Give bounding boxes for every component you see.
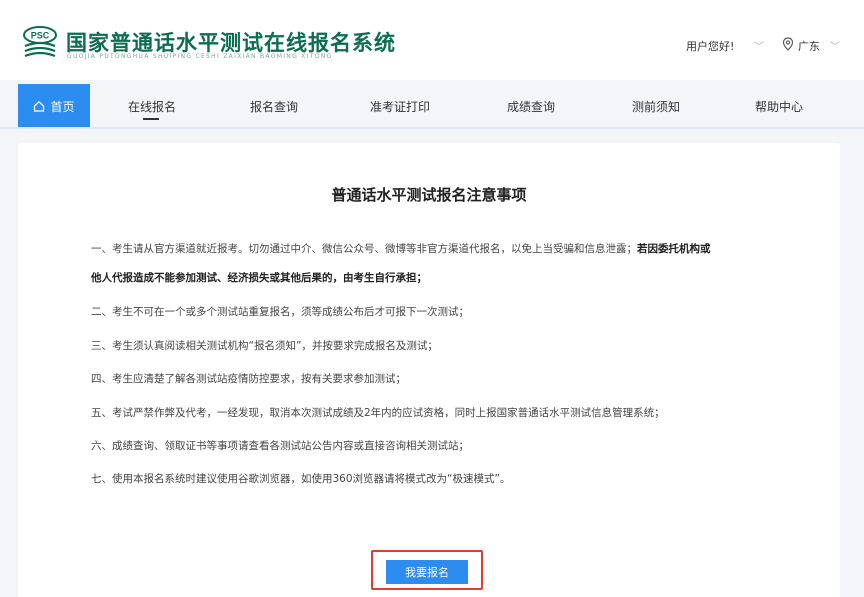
notice-card: 普通话水平测试报名注意事项 一、考生请从官方渠道就近报考。切勿通过中介、微信公众… <box>18 143 840 597</box>
rule-2: 二、考生不可在一个或多个测试站重复报名，须等成绩公布后才可报下一次测试； <box>91 306 469 318</box>
logo-text: PSC <box>31 31 50 41</box>
apply-button[interactable]: 我要报名 <box>386 560 468 584</box>
rule-1: 一、考生请从官方渠道就近报考。切勿通过中介、微信公众号、微博等非官方渠道代报名，… <box>91 241 711 256</box>
location-select[interactable]: 广东 <box>798 38 820 54</box>
user-greeting[interactable]: 用户您好! <box>686 38 734 54</box>
nav-item-registration-query[interactable]: 报名查询 <box>240 84 308 128</box>
nav-item-online-registration[interactable]: 在线报名 <box>118 84 186 128</box>
notice-title: 普通话水平测试报名注意事项 <box>331 186 527 204</box>
chevron-down-icon[interactable]: ﹀ <box>830 38 840 53</box>
nav-active-indicator <box>143 118 159 120</box>
rule-3: 三、考生须认真阅读相关测试机构“报名须知”，并按要求完成报名及测试； <box>91 340 438 352</box>
rule-5: 五、考试严禁作弊及代考，一经发现，取消本次测试成绩及2年内的应试资格，同时上报国… <box>91 407 665 419</box>
nav-item-score-query[interactable]: 成绩查询 <box>497 84 565 128</box>
rule-1-text: 一、考生请从官方渠道就近报考。切勿通过中介、微信公众号、微博等非官方渠道代报名，… <box>91 243 637 255</box>
rule-1-continued: 他人代报造成不能参加测试、经济损失或其他后果的，由考生自行承担； <box>91 270 427 285</box>
psc-logo: PSC <box>23 26 57 58</box>
nav-item-help-center[interactable]: 帮助中心 <box>745 84 813 128</box>
nav-item-pretest-notice[interactable]: 测前须知 <box>622 84 690 128</box>
main-nav: 首页 在线报名 报名查询 准考证打印 成绩查询 测前须知 帮助中心 <box>0 84 864 128</box>
site-subtitle: GUOJIA PUTONGHUA SHUIPING CESHI ZAIXIAN … <box>67 53 333 60</box>
home-icon <box>34 100 45 112</box>
rule-6: 六、成绩查询、领取证书等事项请查看各测试站公告内容或直接咨询相关测试站； <box>91 440 469 452</box>
rule-7: 七、使用本报名系统时建议使用谷歌浏览器，如使用360浏览器请将模式改为“极速模式… <box>91 473 511 485</box>
nav-divider <box>0 127 864 129</box>
header: PSC 国家普通话水平测试在线报名系统 GUOJIA PUTONGHUA SHU… <box>0 0 864 80</box>
location-icon[interactable] <box>782 37 794 51</box>
rule-1-cont: 他人代报造成不能参加测试、经济损失或其他后果的，由考生自行承担； <box>91 272 427 284</box>
rule-4: 四、考生应清楚了解各测试站疫情防控要求，按有关要求参加测试； <box>91 373 406 385</box>
nav-item-admission-ticket[interactable]: 准考证打印 <box>360 84 440 128</box>
chevron-down-icon[interactable]: ﹀ <box>754 38 764 53</box>
nav-home[interactable]: 首页 <box>18 84 90 128</box>
nav-home-label: 首页 <box>50 99 75 114</box>
rule-1-bold: 若因委托机构或 <box>637 243 711 255</box>
